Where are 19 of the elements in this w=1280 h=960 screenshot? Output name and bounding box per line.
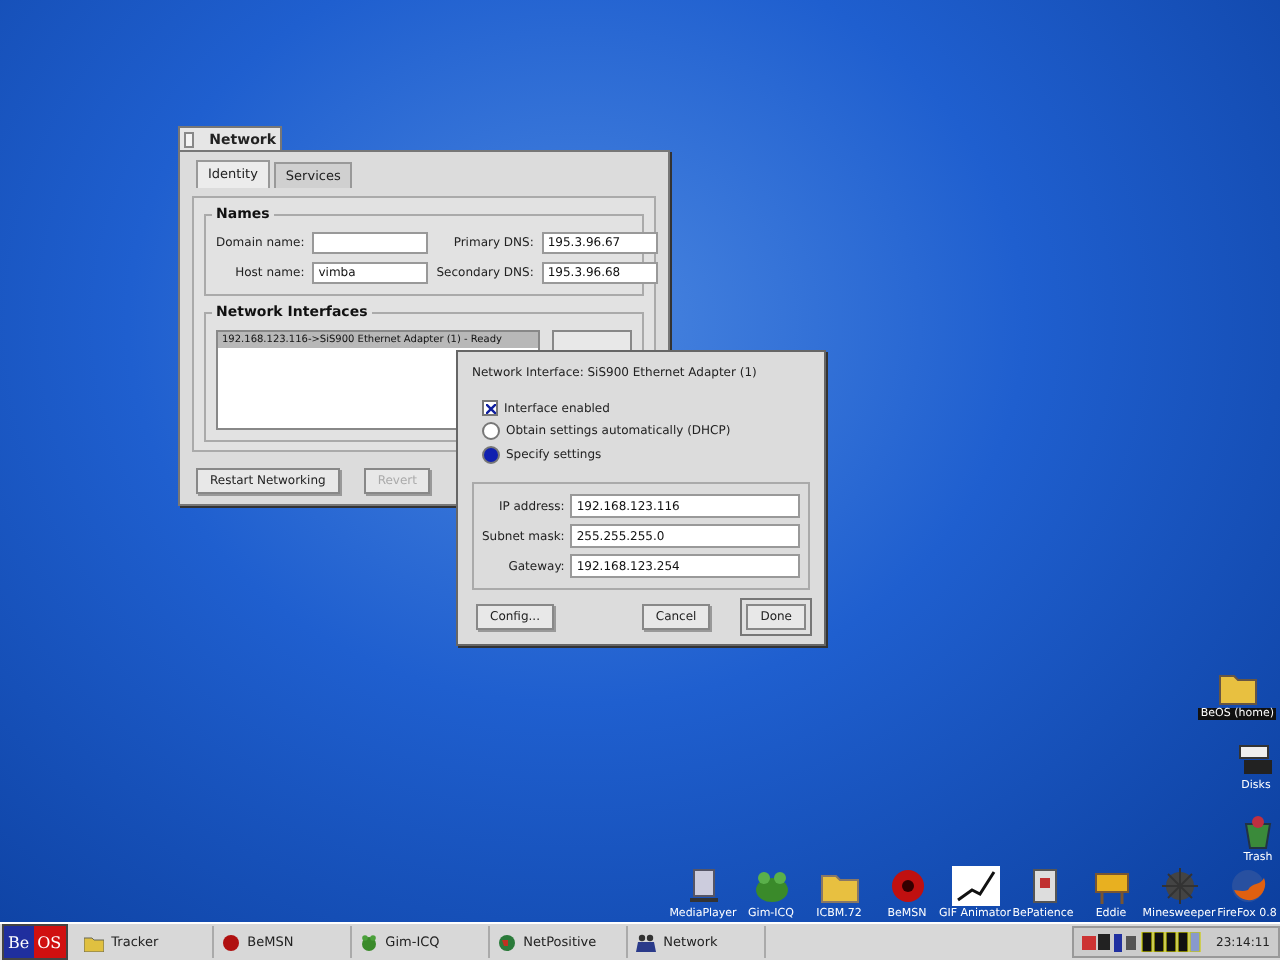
- logo-button[interactable]: Be OS: [2, 924, 68, 960]
- radio-button[interactable]: [482, 422, 500, 440]
- folder-icon[interactable]: [1217, 670, 1258, 706]
- checkbox[interactable]: [482, 400, 498, 416]
- folder-icon: [83, 933, 104, 951]
- ball-icon: [221, 933, 240, 951]
- disks-icon[interactable]: [1236, 742, 1276, 778]
- radio-button[interactable]: [482, 446, 500, 464]
- people-icon: [635, 933, 656, 951]
- close-button[interactable]: [184, 131, 194, 147]
- fox-icon[interactable]: [1227, 866, 1267, 906]
- tray-icons-drawing: [1082, 932, 1207, 952]
- frog-icon[interactable]: [751, 866, 791, 906]
- chart-icon[interactable]: [951, 866, 999, 906]
- globe-icon: [497, 933, 516, 951]
- ball-icon[interactable]: [887, 866, 927, 906]
- trash-icon[interactable]: [1240, 814, 1276, 850]
- input-field[interactable]: [312, 232, 429, 254]
- frog-icon: [359, 933, 378, 951]
